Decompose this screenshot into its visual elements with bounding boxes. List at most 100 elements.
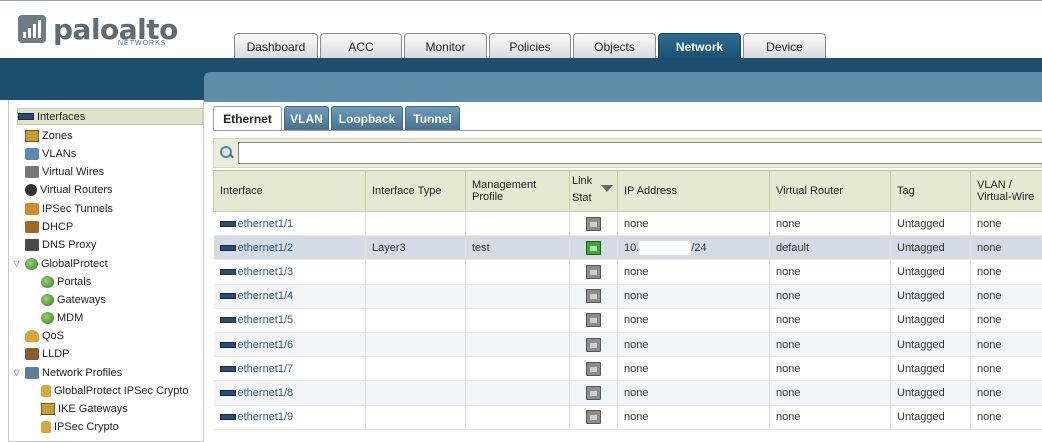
tab-monitor[interactable]: Monitor [404,33,487,59]
tab-ethernet[interactable]: Ethernet [213,106,282,131]
tab-dashboard[interactable]: Dashboard [234,33,318,59]
col-interface-type[interactable]: Interface Type [365,170,466,212]
mdm-icon [41,311,54,324]
sidebar-item-label: IKE Gateways [58,402,128,415]
interface-type: Layer3 [365,235,466,261]
ip-address: none [617,380,770,406]
virtual-routers-icon [25,183,37,196]
interface-name: ethernet1/7 [237,362,294,375]
interface-link[interactable]: ethernet1/1 [219,218,293,230]
sidebar-item-dns-proxy[interactable]: DNS Proxy [25,236,96,253]
collapse-network-profiles-icon[interactable]: ▽ [12,368,21,377]
ip-address: none [617,332,770,358]
sidebar-item-label: Gateways [57,293,106,306]
tag: Untagged [890,235,971,261]
interface-link[interactable]: ethernet1/9 [219,411,294,424]
tab-loopback[interactable]: Loopback [331,106,403,130]
col-vlan-virtual-wire[interactable]: VLAN / Virtual-Wire [970,170,1042,212]
ethernet-port-icon [219,389,236,396]
interface-name: ethernet1/9 [237,411,294,424]
management-profile [465,332,570,358]
sidebar-item-lldp[interactable]: LLDP [25,345,70,362]
col-virtual-router[interactable]: Virtual Router [769,170,891,212]
sidebar-item-ipsec-crypto[interactable]: IPSec Crypto [41,418,119,435]
lock-icon [41,384,51,397]
ethernet-port-icon [219,293,236,300]
interface-link[interactable]: ethernet1/2 [219,241,294,254]
tab-acc[interactable]: ACC [320,33,402,59]
paloalto-logo-icon [18,15,46,43]
search-icon[interactable] [220,146,234,160]
filter-input[interactable] [238,142,1042,164]
ethernet-port-icon [219,317,236,324]
table-row[interactable]: ethernet1/2 Layer3 test 10. /24 default U… [213,235,1042,261]
sidebar-item-interfaces[interactable]: Interfaces [17,108,203,125]
tab-tunnel[interactable]: Tunnel [405,106,460,130]
col-tag[interactable]: Tag [890,170,971,212]
sidebar-item-virtual-routers[interactable]: Virtual Routers [25,181,113,198]
sort-desc-icon[interactable] [601,185,613,192]
table-row[interactable]: ethernet1/1 none none Untagged none [213,211,1042,237]
sidebar-item-globalprotect-ipsec-crypto[interactable]: GlobalProtect IPSec Crypto [41,382,189,399]
table-row[interactable]: ethernet1/3 none none Untagged none [213,259,1042,285]
col-link-state[interactable]: Link Stat [569,170,618,212]
interface-link[interactable]: ethernet1/4 [219,290,294,303]
gateways-icon [41,293,54,306]
virtual-router: none [769,405,891,430]
tab-vlan[interactable]: VLAN [284,106,329,130]
sidebar-item-virtual-wires[interactable]: Virtual Wires [25,163,104,180]
sidebar-item-globalprotect[interactable]: GlobalProtect [25,255,108,272]
sidebar-item-label: Virtual Wires [42,165,105,178]
tab-network[interactable]: Network [658,33,741,60]
zones-icon [25,129,39,142]
sidebar-item-portals[interactable]: Portals [41,273,91,290]
sidebar-item-ike-gateways[interactable]: IKE Gateways [41,400,128,417]
ethernet-port-icon [219,220,236,227]
tab-device[interactable]: Device [743,33,826,59]
sidebar-item-zones[interactable]: Zones [25,127,73,144]
col-management-profile[interactable]: Management Profile [465,170,570,212]
interface-name: ethernet1/5 [237,314,294,327]
table-row[interactable]: ethernet1/7 none none Untagged none [213,356,1042,382]
sidebar-item-network-profiles[interactable]: Network Profiles [25,364,122,381]
collapse-globalprotect-icon[interactable]: ▽ [12,259,21,268]
dhcp-icon [25,220,39,233]
col-ip-address[interactable]: IP Address [617,170,770,212]
interface-link[interactable]: ethernet1/6 [219,339,293,351]
interface-link[interactable]: ethernet1/8 [219,387,293,399]
table-row[interactable]: ethernet1/6 none none Untagged none [213,332,1042,358]
management-profile: test [465,235,570,261]
link-down-icon [586,361,601,376]
tab-objects[interactable]: Objects [573,33,656,59]
sidebar-item-vlans[interactable]: VLANs [25,145,76,162]
interface-link[interactable]: ethernet1/7 [219,362,294,375]
table-row[interactable]: ethernet1/5 none none Untagged none [213,308,1042,333]
tab-policies[interactable]: Policies [489,33,571,59]
sidebar-item-gateways[interactable]: Gateways [41,291,106,308]
qos-icon [25,329,39,342]
table-row[interactable]: ethernet1/9 none none Untagged none [213,405,1042,430]
ip-address: none [617,356,770,382]
col-link-state-line1: Link [572,175,592,187]
sidebar-item-qos[interactable]: QoS [25,327,64,344]
interface-link[interactable]: ethernet1/5 [219,314,294,327]
sidebar-item-label: MDM [57,311,84,324]
management-profile [465,308,570,333]
management-profile [465,259,570,285]
interface-type [365,405,466,430]
lldp-icon [25,347,39,360]
interface-type [365,356,466,382]
table-row[interactable]: ethernet1/4 none none Untagged none [213,284,1042,309]
link-down-icon [586,410,601,425]
sidebar-item-dhcp[interactable]: DHCP [25,218,73,235]
sidebar-item-mdm[interactable]: MDM [41,309,83,326]
interface-name: ethernet1/2 [237,241,294,254]
col-interface[interactable]: Interface [213,170,366,212]
sidebar-item-label: Network Profiles [42,366,123,379]
interface-name: ethernet1/4 [237,290,294,303]
interface-link[interactable]: ethernet1/3 [219,266,293,278]
table-row[interactable]: ethernet1/8 none none Untagged none [213,380,1042,406]
vlan-virtual-wire: none [970,405,1042,430]
virtual-router: default [769,235,891,261]
sidebar-item-ipsec-tunnels[interactable]: IPSec Tunnels [25,200,113,217]
